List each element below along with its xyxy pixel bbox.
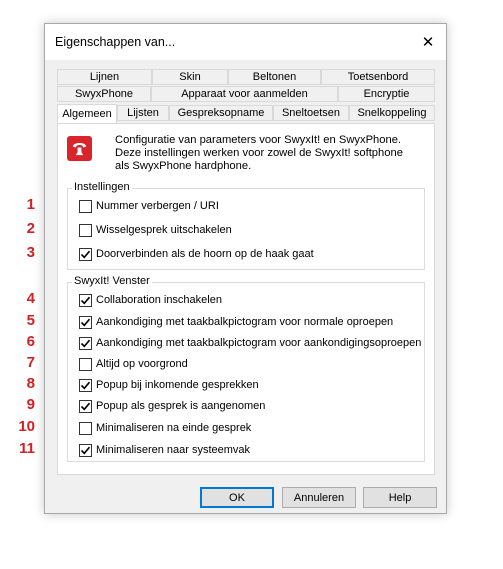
checkbox-doorverbinden[interactable] [79,248,92,261]
checkbox-minimaliseren-systeemvak-label: Minimaliseren naar systeemvak [96,444,251,456]
annotation-number: 10 [18,418,35,435]
group-swyxit-venster-legend: SwyxIt! Venster [72,275,152,287]
annotation-number: 1 [26,196,35,213]
tab-lijnen[interactable]: Lijnen [57,69,152,85]
checkbox-aankondiging-oproepen[interactable] [79,337,92,350]
checkbox-collaboration[interactable] [79,294,92,307]
tab-lijsten[interactable]: Lijsten [117,105,169,121]
annotation-number: 9 [26,396,35,413]
checkbox-popup-inkomend-label: Popup bij inkomende gesprekken [96,379,259,391]
checkbox-popup-aangenomen[interactable] [79,400,92,413]
annotation-number: 4 [26,290,35,307]
ok-button[interactable]: OK [200,487,274,508]
checkmark-icon [80,250,91,259]
annotation-number: 7 [26,354,35,371]
checkmark-icon [80,446,91,455]
help-button[interactable]: Help [363,487,437,508]
checkbox-popup-aangenomen-label: Popup als gesprek is aangenomen [96,400,266,412]
checkbox-minimaliseren-einde[interactable] [79,422,92,435]
cancel-button[interactable]: Annuleren [282,487,356,508]
checkbox-aankondiging-normaal-label: Aankondiging met taakbalkpictogram voor … [96,316,394,328]
annotation-number: 2 [26,220,35,237]
checkbox-nummer-verbergen-label: Nummer verbergen / URI [96,200,219,212]
checkmark-icon [80,339,91,348]
checkmark-icon [80,318,91,327]
checkbox-doorverbinden-label: Doorverbinden als de hoorn op de haak ga… [96,248,314,260]
annotation-number: 8 [26,375,35,392]
annotation-number: 6 [26,333,35,350]
checkmark-icon [80,296,91,305]
group-swyxit-venster [67,282,425,462]
annotation-number: 11 [19,440,35,457]
checkbox-popup-inkomend[interactable] [79,379,92,392]
tab-gespreksopname[interactable]: Gespreksopname [169,105,273,121]
tab-snelkoppeling[interactable]: Snelkoppeling [349,105,435,121]
group-instellingen-legend: Instellingen [72,181,132,193]
window-title: Eigenschappen van... [55,35,176,49]
checkbox-altijd-op-voorgrond[interactable] [79,358,92,371]
checkbox-aankondiging-oproepen-label: Aankondiging met taakbalkpictogram voor … [96,337,422,349]
tab-skin[interactable]: Skin [152,69,228,85]
tab-toetsenbord[interactable]: Toetsenbord [321,69,435,85]
checkbox-wisselgesprek-label: Wisselgesprek uitschakelen [96,224,232,236]
tab-algemeen[interactable]: Algemeen [57,104,117,123]
tab-swyxphone[interactable]: SwyxPhone [57,86,151,102]
tab-sneltoetsen[interactable]: Sneltoetsen [273,105,349,121]
info-description: Configuratie van parameters voor SwyxIt!… [115,134,403,172]
close-icon[interactable]: ✕ [410,24,446,60]
checkbox-nummer-verbergen[interactable] [79,200,92,213]
annotation-number: 3 [26,244,35,261]
properties-dialog: Eigenschappen van... ✕ Lijnen Skin Belto… [18,23,447,514]
checkmark-icon [80,402,91,411]
checkbox-altijd-op-voorgrond-label: Altijd op voorgrond [96,358,188,370]
checkbox-aankondiging-normaal[interactable] [79,316,92,329]
checkbox-minimaliseren-einde-label: Minimaliseren na einde gesprek [96,422,252,434]
title-bar[interactable]: Eigenschappen van... ✕ [45,24,446,60]
annotation-number: 5 [26,312,35,329]
checkmark-icon [80,381,91,390]
swyx-phone-icon [67,136,92,161]
checkbox-wisselgesprek[interactable] [79,224,92,237]
tab-beltonen[interactable]: Beltonen [228,69,321,85]
checkbox-collaboration-label: Collaboration inschakelen [96,294,222,306]
tab-apparaat-voor-aanmelden[interactable]: Apparaat voor aanmelden [151,86,338,102]
checkbox-minimaliseren-systeemvak[interactable] [79,444,92,457]
tab-encryptie[interactable]: Encryptie [338,86,435,102]
